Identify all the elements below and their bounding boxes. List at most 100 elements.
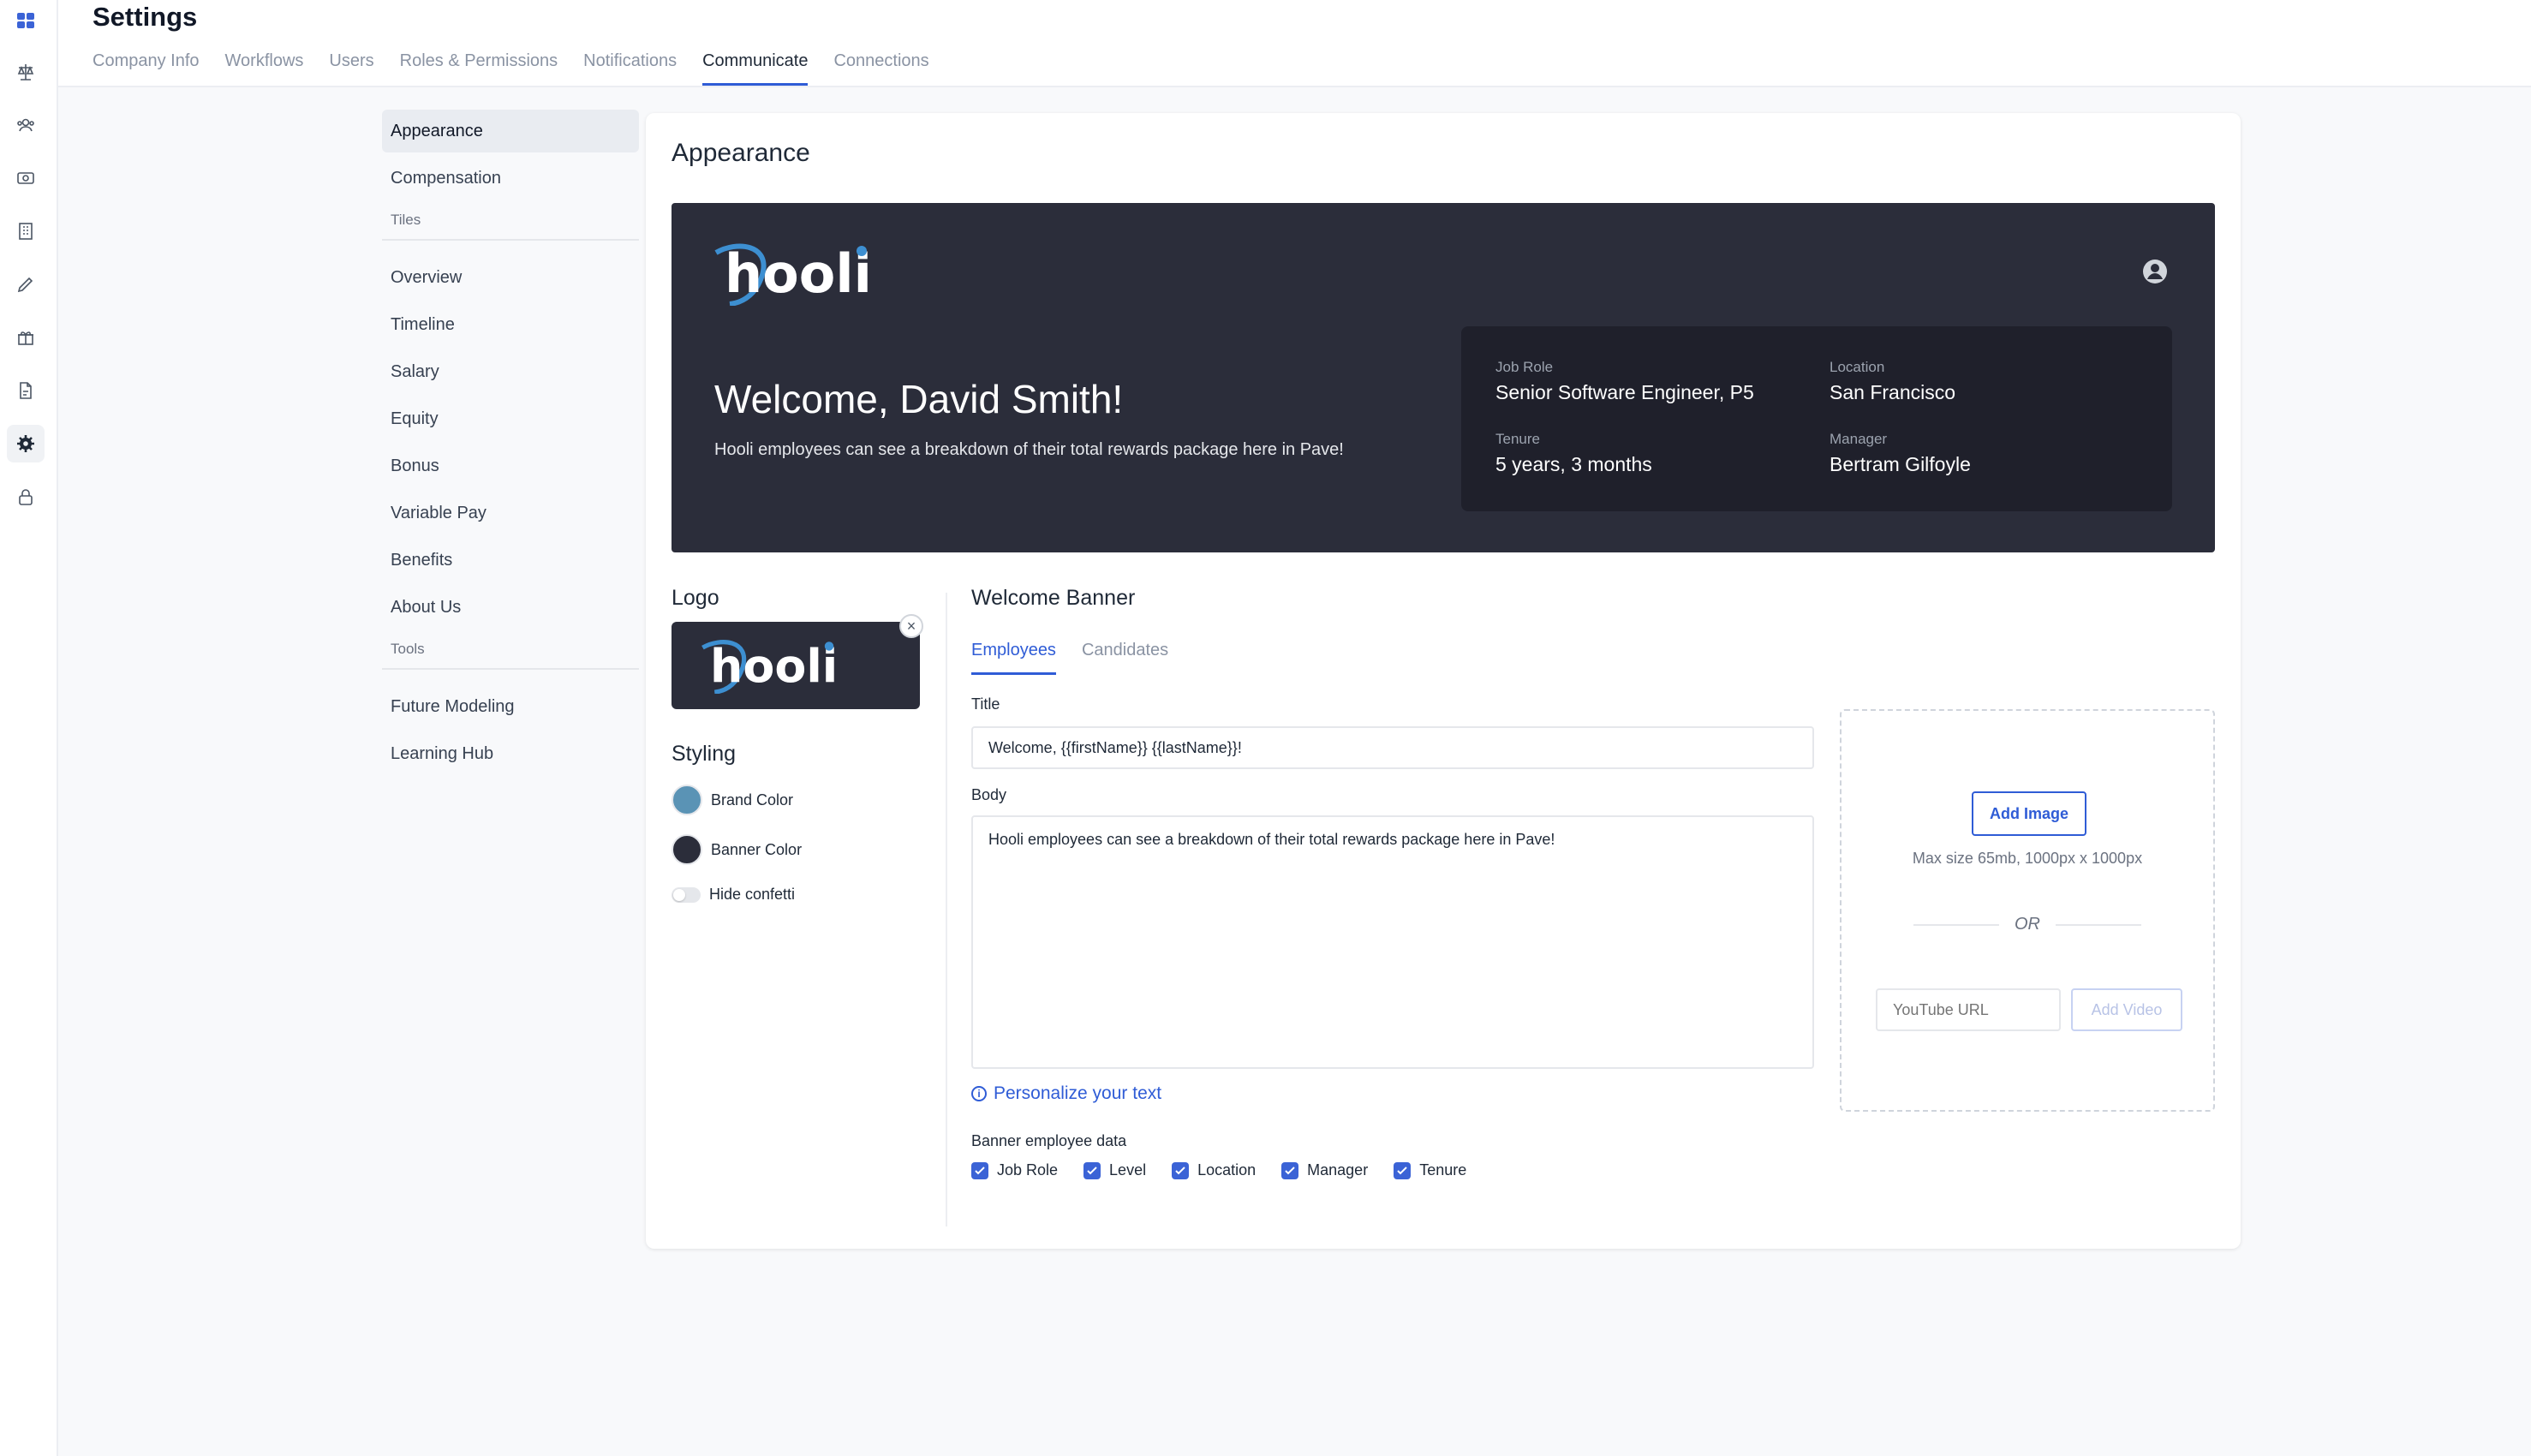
nav-gift[interactable] (7, 319, 45, 356)
personalize-label: Personalize your text (994, 1083, 1162, 1103)
banner-color-label: Banner Color (711, 840, 803, 858)
document-icon (20, 382, 32, 399)
nav-pen[interactable] (7, 266, 45, 303)
check-job-role[interactable]: Job Role (971, 1161, 1058, 1179)
subnav-item-appearance[interactable]: Appearance (382, 110, 639, 152)
checkbox-checked-icon[interactable] (971, 1161, 988, 1179)
page-title: Settings (93, 2, 198, 32)
logo-thumbnail[interactable]: hooli (672, 622, 920, 709)
tab-users[interactable]: Users (329, 48, 373, 86)
remove-logo-button[interactable]: × (899, 614, 923, 638)
people-icon (17, 118, 34, 132)
nav-building[interactable] (7, 212, 45, 250)
info-job-role: Job Role Senior Software Engineer, P5 (1495, 359, 1754, 403)
tab-roles-permissions[interactable]: Roles & Permissions (400, 48, 558, 86)
subnav-item-about-us[interactable]: About Us (382, 586, 639, 629)
hooli-logo: hooli (714, 242, 872, 306)
subnav-item-timeline[interactable]: Timeline (382, 303, 639, 346)
tab-connections[interactable]: Connections (833, 48, 928, 86)
welcome-body: Hooli employees can see a breakdown of t… (714, 440, 1344, 459)
subnav-section-tools: Tools (382, 637, 639, 670)
subnav-item-equity[interactable]: Equity (382, 397, 639, 440)
tab-workflows[interactable]: Workflows (225, 48, 304, 86)
banner-color-swatch[interactable] (672, 834, 702, 865)
body-textarea[interactable]: Hooli employees can see a breakdown of t… (971, 815, 1814, 1069)
hide-confetti-toggle[interactable] (672, 886, 701, 903)
body-label: Body (971, 786, 1007, 803)
personalize-link[interactable]: i Personalize your text (971, 1083, 1161, 1104)
user-avatar-icon[interactable] (2141, 258, 2169, 285)
check-location[interactable]: Location (1172, 1161, 1256, 1179)
subnav-item-variable-pay[interactable]: Variable Pay (382, 492, 639, 534)
svg-text:hooli: hooli (725, 242, 872, 305)
styling-heading: Styling (672, 742, 737, 766)
checkbox-checked-icon[interactable] (1172, 1161, 1190, 1179)
building-icon (19, 223, 33, 240)
info-location: Location San Francisco (1830, 359, 1956, 403)
appearance-card: Appearance hooli Welcome, David Smith! H… (646, 113, 2241, 1249)
subnav-item-salary[interactable]: Salary (382, 350, 639, 393)
nav-money[interactable] (7, 159, 45, 197)
check-level[interactable]: Level (1083, 1161, 1146, 1179)
banner-color-row[interactable]: Banner Color (672, 834, 802, 865)
hide-confetti-label: Hide confetti (709, 886, 796, 903)
tab-communicate[interactable]: Communicate (702, 48, 809, 86)
page-header: Settings Company Info Workflows Users Ro… (58, 0, 2531, 87)
gear-icon (17, 435, 34, 452)
card-title: Appearance (672, 139, 810, 167)
checkbox-checked-icon[interactable] (1394, 1161, 1412, 1179)
svg-text:hooli: hooli (710, 639, 838, 693)
icon-rail (0, 0, 58, 1456)
youtube-url-input[interactable] (1876, 988, 2061, 1031)
subnav-item-benefits[interactable]: Benefits (382, 539, 639, 582)
info-manager: Manager Bertram Gilfoyle (1830, 431, 1971, 475)
tab-notifications[interactable]: Notifications (583, 48, 677, 86)
settings-tabs: Company Info Workflows Users Roles & Per… (93, 48, 929, 86)
lock-icon (19, 489, 33, 505)
checkbox-checked-icon[interactable] (1281, 1161, 1299, 1179)
check-manager[interactable]: Manager (1281, 1161, 1368, 1179)
info-icon: i (971, 1086, 987, 1101)
brand-color-swatch[interactable] (672, 785, 702, 815)
nav-scale[interactable] (7, 53, 45, 91)
subnav-item-future-modeling[interactable]: Future Modeling (382, 685, 639, 728)
tab-candidates[interactable]: Candidates (1082, 637, 1168, 675)
communicate-subnav: Appearance Compensation Tiles Overview T… (382, 110, 639, 779)
or-divider: OR (1913, 915, 2141, 934)
gift-icon (18, 331, 33, 345)
brand-color-label: Brand Color (711, 791, 794, 809)
welcome-banner-preview: hooli Welcome, David Smith! Hooli employ… (672, 203, 2215, 552)
subnav-item-overview[interactable]: Overview (382, 256, 639, 299)
tab-company-info[interactable]: Company Info (93, 48, 200, 86)
title-label: Title (971, 695, 1000, 713)
subnav-item-learning-hub[interactable]: Learning Hub (382, 732, 639, 775)
checkbox-checked-icon[interactable] (1083, 1161, 1101, 1179)
tab-employees[interactable]: Employees (971, 637, 1056, 675)
pen-icon (17, 277, 33, 293)
title-input[interactable]: Welcome, {{firstName}} {{lastName}}! (971, 726, 1814, 769)
hide-confetti-row[interactable]: Hide confetti (672, 886, 795, 904)
info-tenure: Tenure 5 years, 3 months (1495, 431, 1652, 475)
brand-color-row[interactable]: Brand Color (672, 785, 793, 815)
audience-tabs: Employees Candidates (971, 637, 1168, 675)
subnav-section-tiles: Tiles (382, 208, 639, 241)
banner-data-label: Banner employee data (971, 1132, 1127, 1149)
close-icon: × (906, 617, 916, 635)
banner-data-checkboxes: Job Role Level Location Manager Tenure (971, 1161, 1466, 1179)
scale-icon (17, 64, 34, 81)
add-video-button[interactable]: Add Video (2071, 988, 2182, 1031)
nav-lock[interactable] (7, 478, 45, 516)
money-icon (17, 172, 34, 184)
logo-heading: Logo (672, 586, 719, 610)
subnav-item-bonus[interactable]: Bonus (382, 445, 639, 487)
add-image-button[interactable]: Add Image (1972, 791, 2086, 836)
welcome-banner-heading: Welcome Banner (971, 586, 1136, 610)
subnav-item-compensation[interactable]: Compensation (382, 157, 639, 200)
nav-settings[interactable] (7, 425, 45, 462)
nav-document[interactable] (7, 372, 45, 409)
media-dropzone[interactable]: Add Image Max size 65mb, 1000px x 1000px… (1840, 709, 2215, 1112)
hooli-logo-thumb: hooli (701, 639, 838, 694)
nav-dashboard[interactable] (7, 2, 45, 39)
check-tenure[interactable]: Tenure (1394, 1161, 1466, 1179)
nav-people[interactable] (7, 106, 45, 144)
